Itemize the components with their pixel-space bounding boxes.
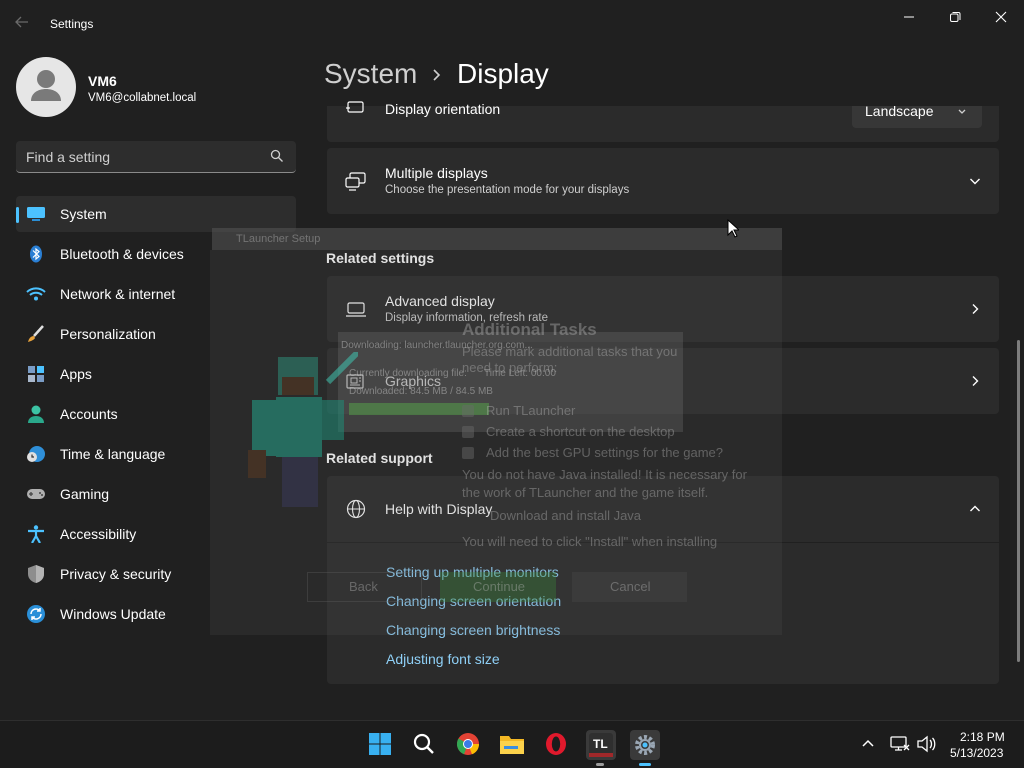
installer-heading: Additional Tasks [462, 320, 597, 339]
display-orientation-card: Display orientation Landscape [327, 101, 999, 142]
paintbrush-icon [26, 325, 46, 343]
chevron-up-icon[interactable] [860, 736, 876, 757]
close-button[interactable] [978, 6, 1024, 28]
desktop-shortcut-checkbox[interactable] [462, 426, 474, 438]
installer-java-option: Download and install Java [490, 508, 642, 523]
chevron-right-icon [968, 374, 982, 388]
avatar[interactable] [16, 57, 76, 117]
orientation-icon [345, 100, 367, 120]
back-arrow-icon[interactable] [14, 14, 34, 34]
installer-install-note: You will need to click "Install" when in… [462, 534, 718, 549]
running-indicator [596, 763, 604, 766]
sidebar-item-label: Apps [60, 366, 92, 382]
gamepad-icon [26, 485, 46, 503]
installer-intro: Please mark additional tasks that you ne… [462, 344, 678, 375]
person-icon [26, 405, 46, 423]
orientation-title: Display orientation [385, 101, 501, 117]
installer-option: Add the best GPU settings for the game? [486, 445, 724, 460]
sidebar-item-label: System [60, 206, 107, 222]
file-explorer-icon[interactable] [498, 730, 526, 758]
gpu-settings-checkbox[interactable] [462, 447, 474, 459]
accessibility-icon [26, 525, 46, 544]
page-title: Display [457, 58, 549, 89]
multiple-displays-subtitle: Choose the presentation mode for your di… [385, 184, 630, 196]
search-box[interactable] [16, 141, 296, 173]
installer-current-file: Currently downloading file: [349, 368, 467, 379]
orientation-dropdown[interactable]: Landscape [852, 103, 982, 128]
taskbar-date[interactable]: 5/13/2023 [950, 746, 1003, 760]
shield-icon [26, 565, 46, 583]
installer-cancel-label: Cancel [610, 579, 651, 594]
volume-icon[interactable] [916, 735, 936, 758]
active-app-indicator [639, 763, 651, 766]
minecraft-character-image [238, 339, 371, 512]
user-email: VM6@collabnet.local [88, 92, 197, 104]
sidebar-item-system[interactable]: System [16, 196, 296, 232]
tlauncher-icon[interactable]: TL [586, 730, 616, 766]
monitor-icon [26, 205, 46, 223]
scrollbar[interactable] [1017, 340, 1020, 662]
installer-title: TLauncher Setup [236, 233, 321, 245]
installer-option: Create a shortcut on the desktop [486, 424, 675, 439]
tlauncher-label: TL [593, 737, 608, 751]
help-link[interactable]: Adjusting font size [386, 651, 500, 667]
wifi-icon [26, 285, 46, 303]
breadcrumb-root[interactable]: System [324, 58, 417, 90]
taskbar-time[interactable]: 2:18 PM [960, 730, 1005, 744]
title-bar: Settings [0, 0, 1024, 48]
active-indicator [16, 207, 19, 223]
app-title: Settings [50, 17, 94, 31]
chevron-up-icon[interactable] [968, 502, 982, 516]
restore-button[interactable] [932, 6, 978, 28]
multiple-displays-card[interactable]: Multiple displays Choose the presentatio… [327, 148, 999, 214]
chevron-down-icon[interactable] [968, 174, 982, 188]
orientation-value: Landscape [865, 103, 934, 119]
chevron-right-icon [968, 302, 982, 316]
sidebar-item-label: Time & language [60, 446, 166, 462]
chevron-down-icon [956, 105, 968, 123]
installer-continue-label: Continue [473, 579, 526, 594]
clock-globe-icon [26, 445, 46, 463]
sidebar-item-label: Gaming [60, 486, 110, 502]
multiple-displays-icon [345, 172, 367, 192]
mouse-cursor-icon [727, 218, 741, 239]
search-icon[interactable] [410, 730, 438, 758]
sidebar-item-label: Privacy & security [60, 566, 172, 582]
sidebar-item-label: Bluetooth & devices [60, 246, 184, 262]
opera-icon[interactable] [542, 730, 570, 758]
update-icon [26, 605, 46, 623]
search-icon[interactable] [270, 149, 284, 163]
installer-option: Run TLauncher [486, 403, 576, 418]
sidebar-item-label: Windows Update [60, 606, 166, 622]
installer-downloaded: Downloaded: 84.5 MB / 84.5 MB [349, 386, 493, 397]
sidebar-item-label: Accounts [60, 406, 118, 422]
chrome-icon[interactable] [454, 730, 482, 758]
network-icon[interactable] [890, 735, 910, 758]
settings-icon[interactable] [630, 730, 660, 766]
chevron-right-icon [428, 62, 446, 88]
bluetooth-icon [26, 245, 46, 263]
sidebar-item-label: Network & internet [60, 286, 176, 302]
installer-back-label: Back [349, 579, 378, 594]
user-name: VM6 [88, 73, 117, 89]
run-tlauncher-checkbox[interactable] [462, 405, 474, 417]
search-input[interactable] [26, 141, 256, 172]
sidebar-item-label: Personalization [60, 326, 156, 342]
apps-icon [26, 365, 46, 383]
minimize-button[interactable] [886, 6, 932, 28]
sidebar-item-label: Accessibility [60, 526, 137, 542]
multiple-displays-title: Multiple displays [385, 165, 488, 181]
windows-start-icon[interactable] [366, 730, 394, 758]
installer-java-note: You do not have Java installed! It is ne… [462, 467, 747, 500]
